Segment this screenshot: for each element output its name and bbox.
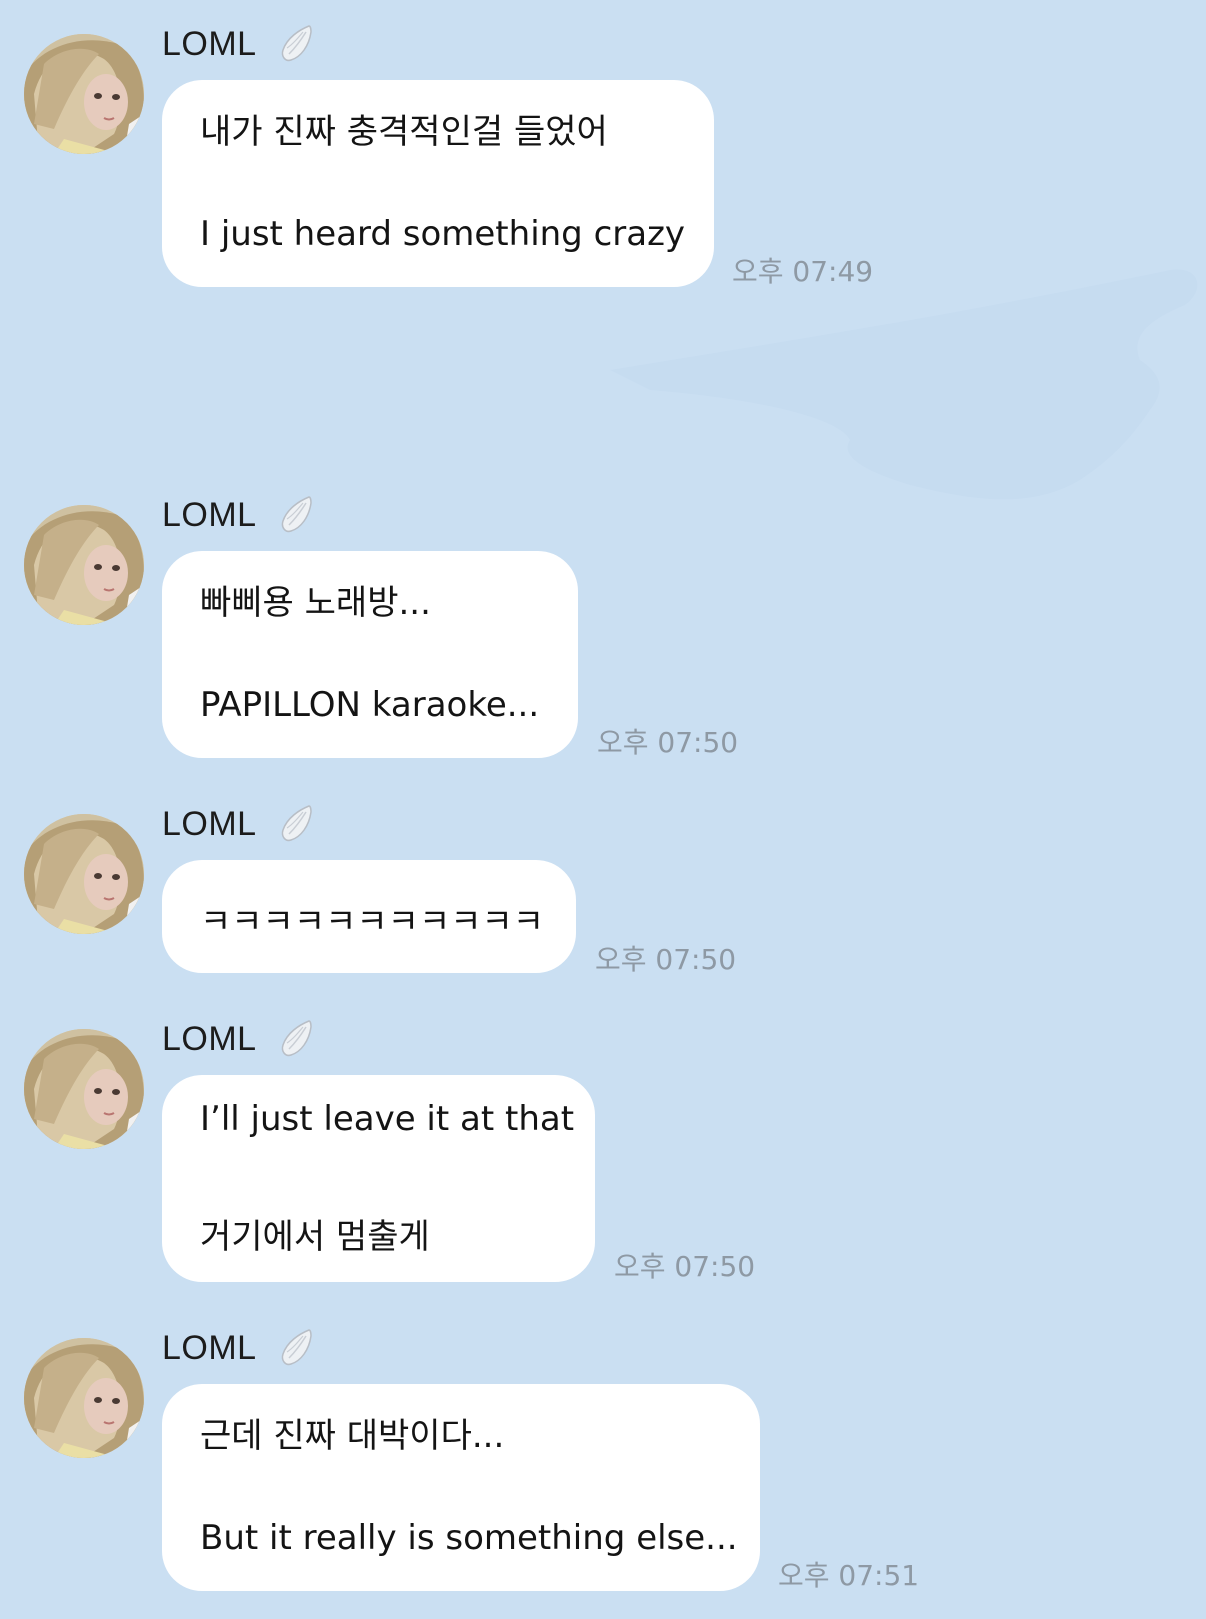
sender-name: LOML: [162, 1019, 257, 1058]
sender: LOML: [162, 1017, 313, 1061]
message-bubble[interactable]: I’ll just leave it at that 거기에서 멈출게: [162, 1075, 595, 1282]
message-line-english: I’ll just leave it at that: [200, 1099, 575, 1139]
avatar[interactable]: [24, 814, 144, 934]
sender: LOML: [162, 1326, 313, 1370]
angel-wing-icon: [281, 25, 312, 62]
message-line-korean: 근데 진짜 대박이다...: [200, 1416, 505, 1456]
message-line: ㅋㅋㅋㅋㅋㅋㅋㅋㅋㅋㅋ: [200, 902, 545, 942]
avatar[interactable]: [24, 34, 144, 154]
message-line-korean: 내가 진짜 충격적인걸 들었어: [200, 112, 608, 152]
message-timestamp: 오후 07:49: [732, 255, 874, 288]
message-timestamp: 오후 07:50: [597, 726, 739, 759]
message-line-english: But it really is something else...: [200, 1518, 738, 1558]
avatar[interactable]: [24, 1029, 144, 1149]
sender: LOML: [162, 802, 313, 846]
message-bubble[interactable]: 빠삐용 노래방... PAPILLON karaoke...: [162, 551, 578, 758]
message-timestamp: 오후 07:51: [778, 1559, 920, 1592]
message-line-english: I just heard something crazy: [200, 214, 686, 254]
sender-name: LOML: [162, 24, 257, 63]
avatar[interactable]: [24, 505, 144, 625]
sender-name: LOML: [162, 804, 257, 843]
wing-watermark-icon: [610, 269, 1198, 500]
angel-wing-icon: [281, 1020, 312, 1057]
message-line-english: PAPILLON karaoke...: [200, 685, 540, 725]
angel-wing-icon: [281, 496, 312, 533]
angel-wing-icon: [281, 1329, 312, 1366]
angel-wing-icon: [281, 805, 312, 842]
message-line-korean: 빠삐용 노래방...: [200, 583, 431, 623]
sender-name: LOML: [162, 495, 257, 534]
avatar[interactable]: [24, 1338, 144, 1458]
sender: LOML: [162, 22, 313, 66]
message-timestamp: 오후 07:50: [614, 1250, 756, 1283]
message-bubble[interactable]: 근데 진짜 대박이다... But it really is something…: [162, 1384, 760, 1591]
message-bubble[interactable]: ㅋㅋㅋㅋㅋㅋㅋㅋㅋㅋㅋ: [162, 860, 576, 973]
chat-view: LOML 내가 진짜 충격적인걸 들었어 I just heard someth…: [0, 0, 1206, 1619]
message-bubble[interactable]: 내가 진짜 충격적인걸 들었어 I just heard something c…: [162, 80, 714, 287]
message-line-korean: 거기에서 멈출게: [200, 1217, 430, 1257]
sender: LOML: [162, 493, 313, 537]
message-timestamp: 오후 07:50: [595, 943, 737, 976]
sender-name: LOML: [162, 1328, 257, 1367]
